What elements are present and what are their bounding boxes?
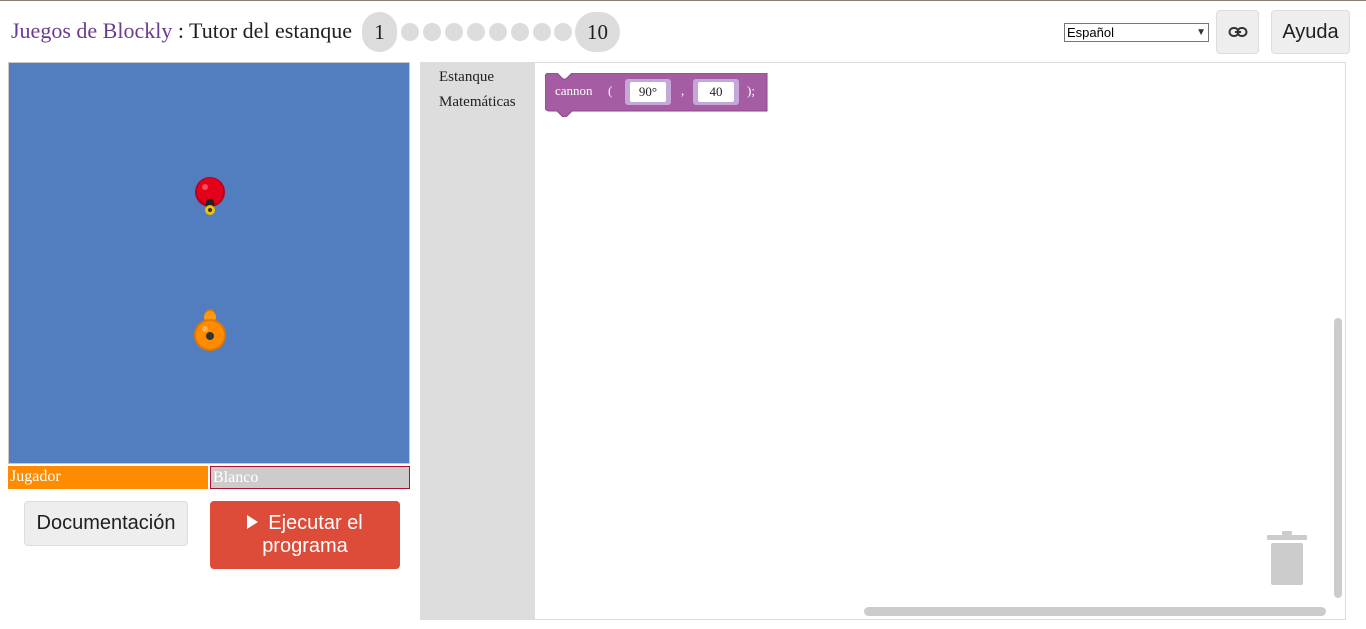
header: Juegos de Blockly : Tutor del estanque 1… xyxy=(0,1,1366,61)
app-name: Tutor del estanque xyxy=(189,18,352,43)
red-duck-icon xyxy=(195,177,225,215)
toolbox-category-pond[interactable]: Estanque xyxy=(439,69,494,86)
documentation-button[interactable]: Documentación xyxy=(24,501,188,546)
horizontal-scrollbar[interactable] xyxy=(864,607,1326,616)
language-selected: Español xyxy=(1067,25,1114,40)
target-health-bar: Blanco xyxy=(210,466,410,489)
level-4-dot[interactable] xyxy=(445,23,463,41)
level-7-dot[interactable] xyxy=(511,23,529,41)
link-icon xyxy=(1228,27,1247,37)
help-button[interactable]: Ayuda xyxy=(1271,10,1350,54)
trash-icon[interactable] xyxy=(1265,530,1309,588)
block-comma: , xyxy=(681,83,685,98)
run-button-label: Ejecutar el programa xyxy=(262,512,363,557)
angle-field[interactable]: 90° xyxy=(630,84,666,100)
toolbox-category-math[interactable]: Matemáticas xyxy=(439,94,516,111)
block-open-paren: ( xyxy=(608,83,613,98)
brand-link[interactable]: Juegos de Blockly xyxy=(11,18,172,43)
player-health-bar: Jugador xyxy=(8,466,208,489)
level-8-dot[interactable] xyxy=(533,23,551,41)
level-3-dot[interactable] xyxy=(423,23,441,41)
pond-visualization xyxy=(8,62,410,464)
run-program-button[interactable]: Ejecutar el programa xyxy=(210,501,400,569)
level-10-button[interactable]: 10 xyxy=(575,12,620,52)
block-close: ); xyxy=(747,83,755,98)
level-9-dot[interactable] xyxy=(554,23,572,41)
level-1-button[interactable]: 1 xyxy=(362,12,397,52)
block-function-name: cannon xyxy=(555,83,593,98)
play-icon xyxy=(247,514,259,529)
range-field[interactable]: 40 xyxy=(698,84,734,100)
vertical-scrollbar[interactable] xyxy=(1334,318,1342,598)
link-button[interactable] xyxy=(1216,10,1259,54)
toolbox: Estanque Matemáticas xyxy=(421,63,535,619)
title-separator: : xyxy=(172,18,190,43)
level-5-dot[interactable] xyxy=(467,23,485,41)
page-title: Juegos de Blockly : Tutor del estanque xyxy=(11,18,352,44)
chevron-down-icon: ▼ xyxy=(1196,27,1206,38)
level-6-dot[interactable] xyxy=(489,23,507,41)
language-select[interactable]: Español ▼ xyxy=(1064,23,1209,42)
blockly-workspace[interactable]: Estanque Matemáticas cannon ( 90° , 40 )… xyxy=(420,62,1346,620)
orange-duck-icon xyxy=(194,309,226,351)
level-2-dot[interactable] xyxy=(401,23,419,41)
